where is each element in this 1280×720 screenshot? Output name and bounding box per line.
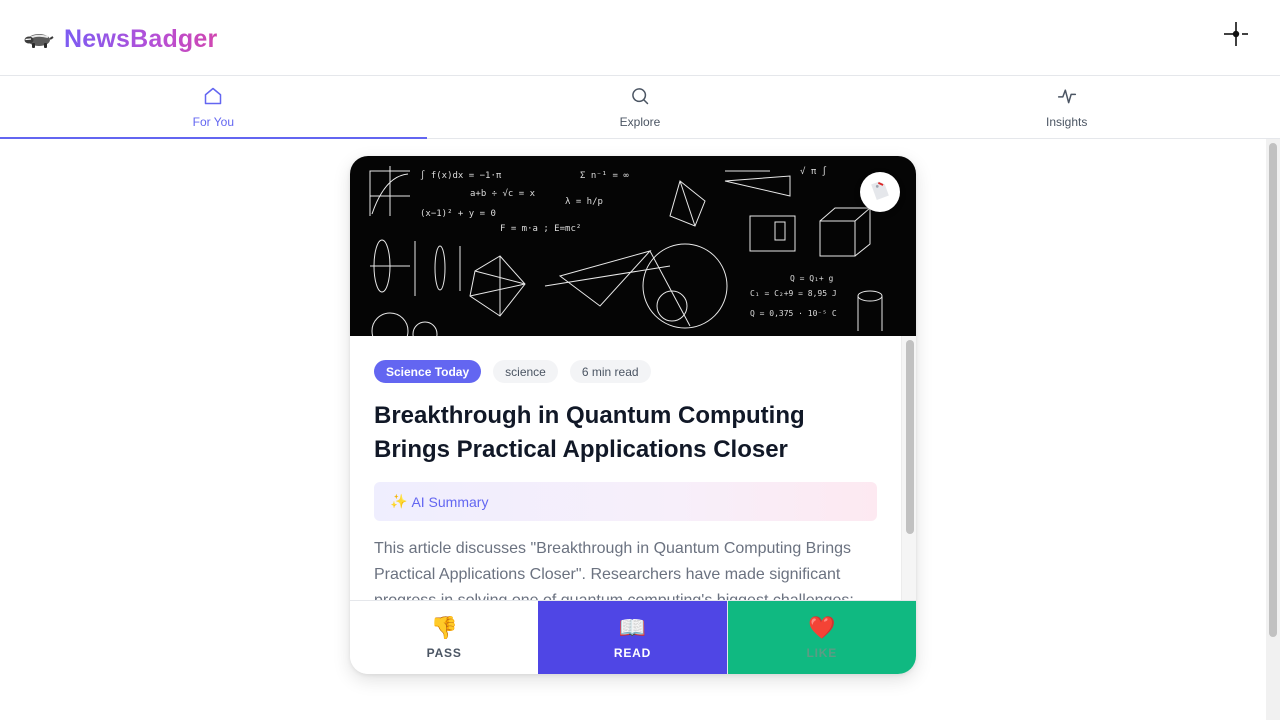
tab-label: Explore: [619, 114, 661, 129]
svg-text:Σ n⁻¹ = ∞: Σ n⁻¹ = ∞: [580, 171, 629, 181]
svg-text:C₁ = C₂+9 = 8,95 J: C₁ = C₂+9 = 8,95 J: [750, 289, 837, 298]
tab-bar: For You Explore Insights: [0, 76, 1280, 139]
ai-summary-label: AI Summary: [411, 493, 489, 510]
article-hero-image: ∫ f(x)dx = −1·π a+b ÷ √c = x (x−1)² + y …: [350, 156, 916, 336]
pass-label: PASS: [426, 645, 462, 660]
svg-text:λ = h/p: λ = h/p: [565, 197, 603, 207]
card-scrollbar-thumb[interactable]: [906, 340, 914, 534]
article-headline: Breakthrough in Quantum Computing Brings…: [374, 402, 805, 463]
read-label: READ: [613, 645, 652, 660]
article-card[interactable]: ∫ f(x)dx = −1·π a+b ÷ √c = x (x−1)² + y …: [350, 156, 916, 674]
brand[interactable]: NewsBadger: [24, 24, 217, 54]
read-time-badge: 6 min read: [569, 360, 651, 383]
like-button[interactable]: ❤️ LIKE: [726, 601, 916, 674]
settings-button[interactable]: [1222, 21, 1250, 52]
search-icon: [630, 86, 650, 111]
badger-icon: [24, 24, 54, 54]
heart-icon: ❤️: [808, 614, 836, 640]
svg-text:F = m·a ; E=mc²: F = m·a ; E=mc²: [500, 224, 581, 234]
svg-text:(x−1)² + y = 0: (x−1)² + y = 0: [420, 209, 496, 219]
home-icon: [203, 86, 223, 111]
bookmark-icon: [869, 179, 891, 206]
app-header: NewsBadger: [0, 0, 1280, 76]
article-body: Science Today science 6 min read Breakth…: [350, 336, 916, 600]
page-scrollbar[interactable]: [1266, 139, 1280, 720]
app-title: NewsBadger: [64, 24, 218, 53]
svg-text:Q = Q₁+ g: Q = Q₁+ g: [790, 274, 834, 283]
page-scrollbar-thumb[interactable]: [1269, 143, 1277, 637]
svg-text:∫ f(x)dx = −1·π: ∫ f(x)dx = −1·π: [420, 170, 502, 181]
like-label: LIKE: [806, 645, 838, 660]
tab-explore[interactable]: Explore: [427, 76, 854, 138]
sparkles-icon: ✨: [390, 493, 408, 509]
tab-label: Insights: [1046, 114, 1088, 129]
pass-button[interactable]: 👎 PASS: [350, 601, 539, 674]
ai-summary-toggle[interactable]: ✨ AI Summary: [374, 482, 877, 521]
card-actions: 👎 PASS 📖 READ ❤️ LIKE: [350, 600, 916, 674]
svg-text:Q = 0,375 · 10⁻⁵ C: Q = 0,375 · 10⁻⁵ C: [750, 309, 837, 318]
read-button[interactable]: 📖 READ: [538, 601, 727, 674]
card-scrollbar[interactable]: [901, 336, 916, 600]
activity-icon: [1057, 86, 1077, 111]
article-summary: This article discusses "Breakthrough in …: [374, 540, 854, 600]
article-meta: Science Today science 6 min read: [374, 360, 651, 383]
svg-text:a+b ÷ √c = x: a+b ÷ √c = x: [470, 188, 536, 199]
source-badge[interactable]: Science Today: [374, 360, 482, 383]
svg-text:√ π ∫: √ π ∫: [800, 166, 827, 177]
tab-for-you[interactable]: For You: [0, 76, 427, 139]
open-book-icon: 📖: [618, 614, 647, 640]
bookmark-button[interactable]: [860, 172, 900, 212]
thumbs-down-icon: 👎: [430, 614, 458, 640]
tab-label: For You: [192, 114, 235, 129]
tab-insights[interactable]: Insights: [853, 76, 1280, 138]
category-tag[interactable]: science: [493, 360, 558, 383]
crosshair-settings-icon: [1223, 21, 1249, 52]
